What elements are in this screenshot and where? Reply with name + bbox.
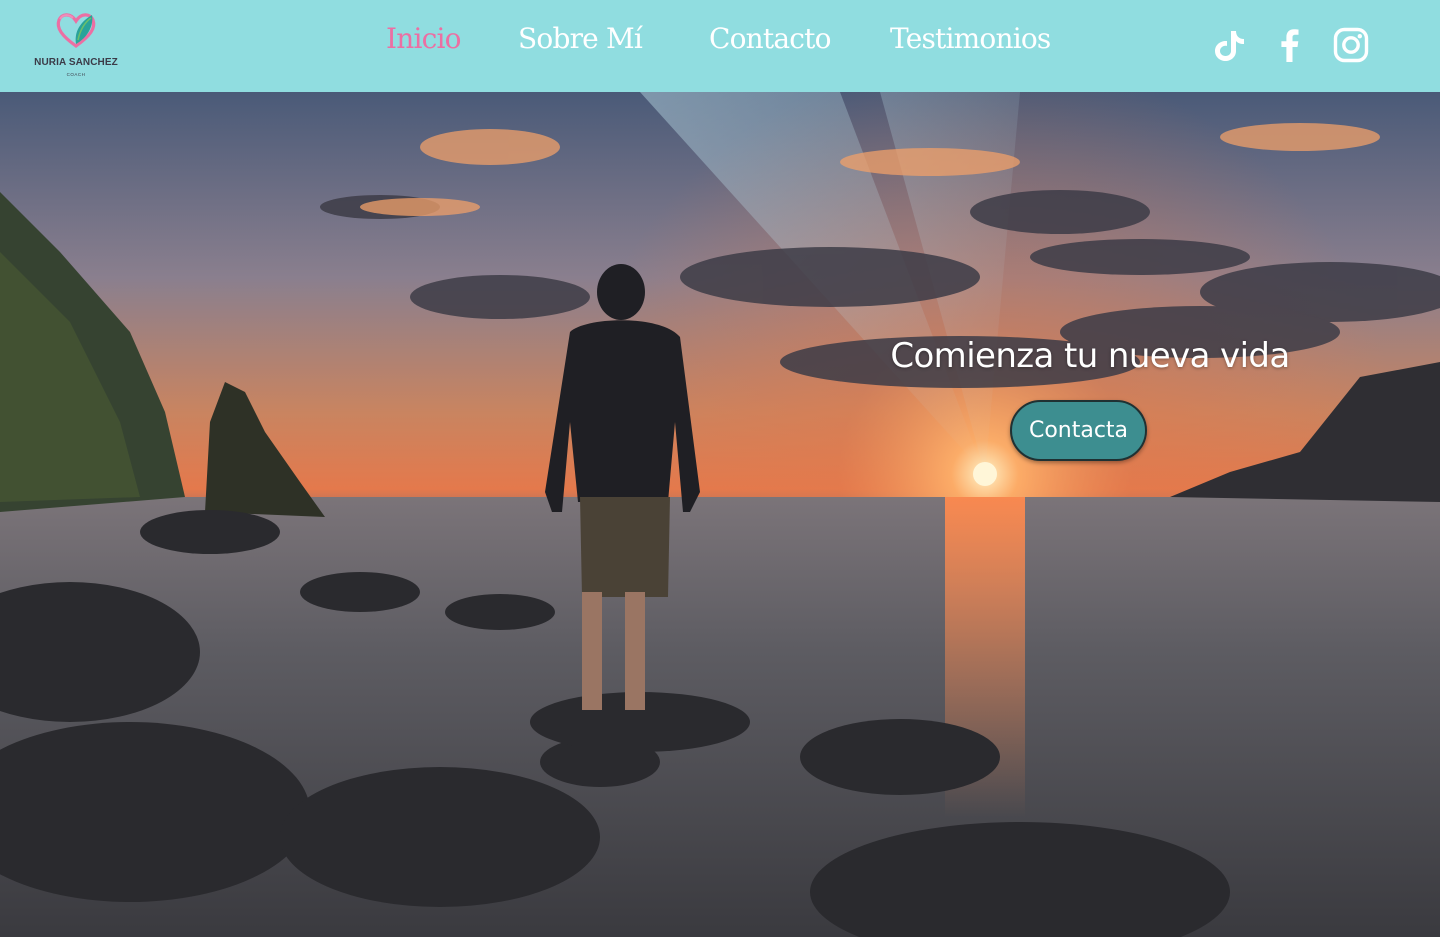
nav-item-inicio[interactable]: Inicio: [386, 22, 462, 55]
instagram-link[interactable]: [1332, 26, 1370, 64]
instagram-icon: [1333, 27, 1369, 63]
tiktok-icon: [1215, 31, 1244, 61]
facebook-link[interactable]: [1271, 26, 1309, 64]
contacta-button[interactable]: Contacta: [1010, 400, 1147, 461]
hero-title: Comienza tu nueva vida: [890, 336, 1290, 376]
brand-logo[interactable]: NURIA SANCHEZ COACH: [30, 8, 122, 84]
site-header: NURIA SANCHEZ COACH Inicio Sobre Mí Cont…: [0, 0, 1440, 92]
nav-item-sobre-mi[interactable]: Sobre Mí: [518, 22, 643, 55]
facebook-icon: [1281, 29, 1299, 62]
nav-item-testimonios[interactable]: Testimonios: [890, 22, 1051, 55]
nav-item-contacto[interactable]: Contacto: [709, 22, 831, 55]
brand-tagline: COACH: [66, 72, 86, 77]
brand-name: NURIA SANCHEZ: [34, 57, 118, 68]
hero-background-image: [0, 92, 1440, 937]
tiktok-link[interactable]: [1210, 26, 1248, 64]
heart-leaf-logo-icon: [56, 13, 96, 48]
hero-section: Comienza tu nueva vida Contacta: [0, 92, 1440, 937]
